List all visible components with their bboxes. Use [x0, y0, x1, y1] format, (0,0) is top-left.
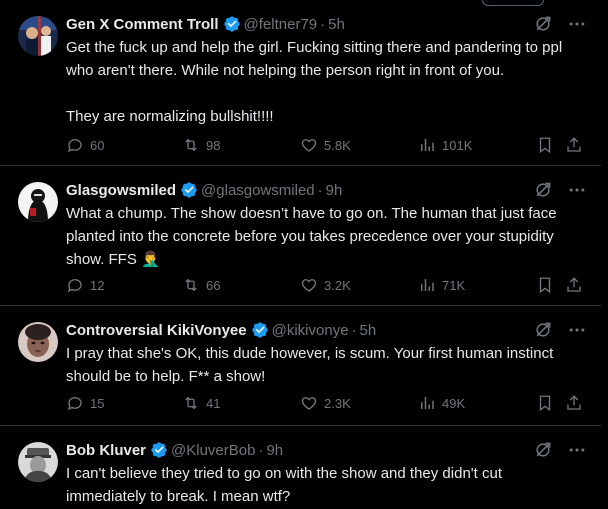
tweet-gen-x-comment-troll[interactable]: Gen X Comment Troll @feltner79 · 5h Get …	[0, 0, 601, 166]
share-button[interactable]	[565, 276, 583, 294]
tweet-header: Bob Kluver @KluverBob · 9h	[66, 440, 587, 460]
timestamp[interactable]: 9h	[326, 182, 343, 199]
like-count: 5.8K	[324, 137, 351, 153]
like-count: 2.3K	[324, 395, 351, 411]
bookmark-button[interactable]	[536, 394, 554, 412]
avatar[interactable]	[18, 322, 58, 362]
views-button[interactable]: 101K	[418, 136, 472, 154]
share-icon	[567, 277, 581, 292]
share-button[interactable]	[565, 394, 583, 412]
reply-icon	[67, 397, 82, 411]
share-icon	[567, 395, 581, 410]
scrollbar-track[interactable]	[601, 0, 608, 509]
separator-dot: ·	[320, 15, 326, 33]
more-icon[interactable]	[567, 14, 587, 34]
retweet-button[interactable]: 98	[182, 136, 220, 154]
tweet-text: Get the fuck up and help the girl. Fucki…	[66, 39, 563, 125]
display-name[interactable]: Glasgowsmiled	[66, 182, 176, 199]
retweet-count: 66	[206, 277, 221, 293]
avatar[interactable]	[18, 442, 58, 482]
tweet-actions: 15 41 2.3K 49K	[66, 393, 587, 413]
retweet-count: 41	[206, 395, 221, 411]
views-button[interactable]: 71K	[418, 276, 465, 294]
reply-feed: Gen X Comment Troll @feltner79 · 5h Get …	[0, 0, 601, 509]
reply-count: 60	[90, 137, 105, 153]
share-icon	[567, 137, 581, 152]
bookmark-icon	[539, 395, 551, 412]
reply-icon	[67, 139, 82, 153]
retweet-icon	[185, 138, 197, 152]
views-count: 49K	[442, 395, 466, 411]
bookmark-button[interactable]	[536, 276, 554, 294]
views-icon	[421, 279, 434, 291]
separator-dot: ·	[317, 181, 323, 199]
reply-icon	[67, 279, 82, 293]
timestamp[interactable]: 9h	[266, 442, 283, 459]
tweet-header: Glasgowsmiled @glasgowsmiled · 9h	[66, 180, 587, 200]
verified-badge-icon	[251, 322, 268, 338]
like-icon	[301, 139, 317, 152]
bookmark-icon	[539, 137, 551, 154]
share-button[interactable]	[565, 136, 583, 154]
separator-dot: ·	[258, 441, 264, 459]
like-button[interactable]: 2.3K	[300, 394, 351, 412]
handle[interactable]: @KluverBob	[171, 442, 255, 459]
display-name[interactable]: Bob Kluver	[66, 442, 146, 459]
like-count: 3.2K	[324, 277, 351, 293]
views-count: 101K	[442, 137, 473, 153]
timestamp[interactable]: 5h	[328, 16, 345, 33]
avatar[interactable]	[18, 16, 58, 56]
retweet-icon	[185, 278, 197, 292]
tweet-actions: 12 66 3.2K 71K	[66, 275, 587, 295]
grok-icon[interactable]	[533, 320, 553, 340]
more-icon[interactable]	[567, 180, 587, 200]
views-icon	[421, 139, 434, 151]
more-icon[interactable]	[567, 440, 587, 460]
retweet-icon	[185, 396, 197, 410]
tweet-bob-kluver[interactable]: Bob Kluver @KluverBob · 9h I can't belie…	[0, 426, 601, 509]
more-icon[interactable]	[567, 320, 587, 340]
tweet-header: Gen X Comment Troll @feltner79 · 5h	[66, 14, 587, 34]
verified-badge-icon	[223, 16, 240, 32]
like-icon	[301, 397, 317, 410]
tweet-actions: 60 98 5.8K 101K	[66, 135, 587, 155]
handle[interactable]: @glasgowsmiled	[201, 182, 315, 199]
reply-button[interactable]: 15	[66, 394, 104, 412]
bookmark-button[interactable]	[536, 136, 554, 154]
retweet-count: 98	[206, 137, 221, 153]
display-name[interactable]: Gen X Comment Troll	[66, 16, 219, 33]
views-icon	[421, 397, 434, 409]
retweet-button[interactable]: 66	[182, 276, 220, 294]
verified-badge-icon	[181, 182, 197, 198]
like-button[interactable]: 5.8K	[300, 136, 351, 154]
avatar[interactable]	[18, 182, 58, 222]
bookmark-icon	[539, 277, 551, 294]
display-name[interactable]: Controversial KikiVonyee	[66, 322, 247, 339]
tweet-text: I pray that she's OK, this dude however,…	[66, 345, 558, 385]
retweet-button[interactable]: 41	[182, 394, 220, 412]
reply-count: 12	[90, 277, 105, 293]
like-button[interactable]: 3.2K	[300, 276, 351, 294]
grok-icon[interactable]	[533, 14, 553, 34]
tweet-header: Controversial KikiVonyee @kikivonye · 5h	[66, 320, 587, 340]
tweet-text: I can't believe they tried to go on with…	[66, 465, 507, 505]
verified-badge-icon	[151, 442, 167, 458]
grok-icon[interactable]	[533, 440, 553, 460]
handle[interactable]: @kikivonye	[272, 322, 349, 339]
like-icon	[301, 279, 317, 292]
tweet-glasgowsmiled[interactable]: Glasgowsmiled @glasgowsmiled · 9h What a…	[0, 166, 601, 306]
separator-dot: ·	[351, 321, 357, 339]
handle[interactable]: @feltner79	[244, 16, 318, 33]
views-button[interactable]: 49K	[418, 394, 465, 412]
tweet-controversial-kikivonyee[interactable]: Controversial KikiVonyee @kikivonye · 5h…	[0, 306, 601, 426]
grok-icon[interactable]	[533, 180, 553, 200]
timestamp[interactable]: 5h	[360, 322, 377, 339]
tweet-text: What a chump. The show doesn’t have to g…	[66, 205, 561, 268]
reply-count: 15	[90, 395, 105, 411]
reply-button[interactable]: 12	[66, 276, 104, 294]
views-count: 71K	[442, 277, 466, 293]
reply-button[interactable]: 60	[66, 136, 104, 154]
